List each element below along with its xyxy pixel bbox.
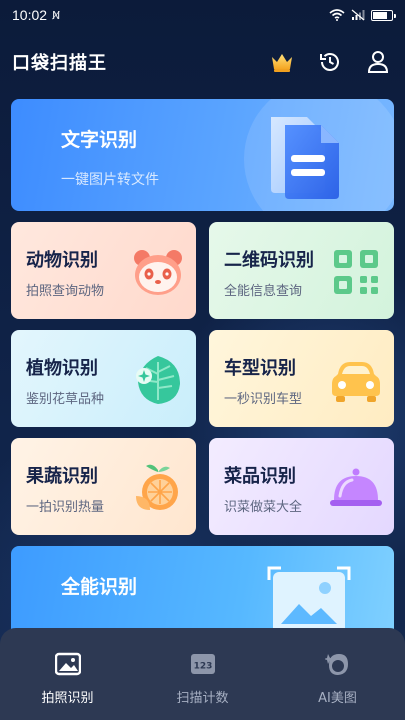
all-in-one-recognition-card[interactable]: 全能识别	[11, 546, 394, 636]
nav-ai-beauty[interactable]: AI美图	[270, 628, 405, 720]
bottom-navigation: 拍照识别 123 扫描计数 AI美图	[0, 628, 405, 720]
fruit-recognition-card[interactable]: 果蔬识别 一拍识别热量	[11, 438, 196, 535]
battery-icon	[371, 9, 396, 21]
card-subtitle: 拍照查询动物	[26, 284, 105, 299]
user-icon[interactable]	[365, 49, 391, 75]
text-recognition-card[interactable]: 文字识别 一键图片转文件	[11, 99, 394, 211]
count-123-icon: 123	[189, 650, 217, 678]
nav-label: AI美图	[318, 691, 357, 706]
card-subtitle: 一拍识别热量	[26, 500, 105, 515]
card-title: 文字识别	[61, 129, 138, 151]
dish-recognition-card[interactable]: 菜品识别 识菜做菜大全	[209, 438, 394, 535]
card-subtitle: 鉴别花草品种	[26, 392, 105, 407]
document-icon	[271, 117, 339, 199]
card-title: 菜品识别	[224, 466, 296, 487]
panda-icon	[134, 250, 182, 295]
dish-icon	[330, 468, 382, 506]
app-header: 口袋扫描王	[0, 42, 405, 82]
qrcode-recognition-card[interactable]: 二维码识别 全能信息查询	[209, 222, 394, 319]
card-title: 全能识别	[61, 576, 138, 598]
status-time: 10:02	[12, 7, 48, 23]
crown-icon[interactable]	[269, 49, 295, 75]
card-subtitle: 识菜做菜大全	[224, 500, 303, 515]
image-scan-icon	[267, 566, 351, 636]
no-sim-icon: N̸	[52, 8, 61, 22]
card-title: 植物识别	[26, 358, 98, 379]
count-icon-text: 123	[193, 662, 212, 672]
photo-icon	[54, 650, 82, 678]
card-title: 车型识别	[224, 358, 296, 379]
car-recognition-card[interactable]: 车型识别 一秒识别车型	[209, 330, 394, 427]
plant-recognition-card[interactable]: 植物识别 鉴别花草品种	[11, 330, 196, 427]
car-icon	[332, 362, 380, 402]
card-title: 果蔬识别	[26, 466, 98, 487]
nav-scan-count[interactable]: 123 扫描计数	[135, 628, 270, 720]
signal-off-icon	[351, 9, 365, 21]
animal-recognition-card[interactable]: 动物识别 拍照查询动物	[11, 222, 196, 319]
nav-label: 扫描计数	[176, 691, 229, 706]
ai-portrait-icon	[324, 650, 352, 678]
status-bar: 10:02 N̸	[0, 0, 405, 30]
app-title: 口袋扫描王	[12, 53, 107, 74]
nav-label: 拍照识别	[41, 691, 94, 706]
qrcode-icon	[334, 250, 378, 294]
wifi-icon	[329, 9, 345, 21]
leaf-icon	[136, 356, 180, 404]
nav-photo-recognition[interactable]: 拍照识别	[0, 628, 135, 720]
history-icon[interactable]	[317, 49, 343, 75]
card-subtitle: 一秒识别车型	[224, 392, 303, 407]
card-title: 二维码识别	[224, 250, 314, 271]
fruit-icon	[136, 464, 178, 510]
card-subtitle: 一键图片转文件	[61, 172, 159, 188]
card-title: 动物识别	[26, 250, 98, 271]
card-subtitle: 全能信息查询	[224, 284, 303, 299]
